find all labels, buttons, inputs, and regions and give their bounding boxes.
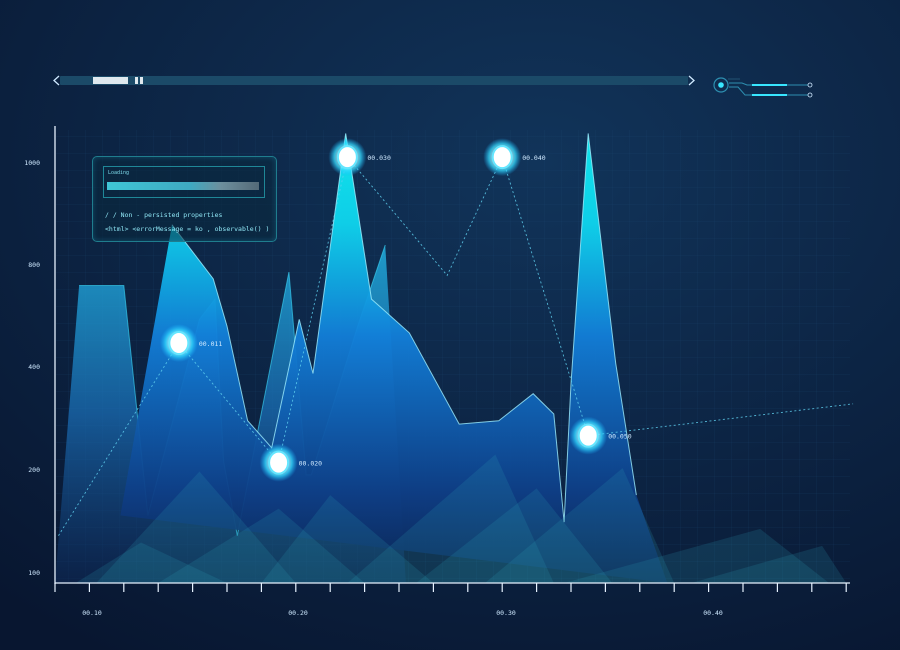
x-tick-label: 00.10 [82,609,102,617]
marker-point [491,145,513,170]
x-tick-label: 00.40 [703,609,723,617]
marker-point [336,145,358,170]
marker-point [168,331,190,356]
x-tick-label: 00.30 [496,609,516,617]
code-line-2: <html> <errorMessage = ko , observable()… [105,225,270,233]
y-tick-label: 800 [28,261,40,269]
marker-label: 00.040 [522,154,546,162]
marker-point [577,423,599,448]
timeline-scrubber[interactable] [53,75,695,86]
loading-title: Loading [108,170,130,176]
y-tick-label: 400 [28,363,40,371]
code-line-1: / / Non - persisted properties [105,211,223,219]
loading-box: Loading [103,166,265,198]
scrubber-handle[interactable] [93,77,128,84]
x-tick-label: 00.20 [288,609,308,617]
info-panel: Loading / / Non - persisted properties <… [92,156,277,242]
marker-label: 00.050 [608,433,632,441]
loading-progress-bar [107,182,259,190]
y-tick-label: 200 [28,466,40,474]
y-tick-label: 1000 [24,159,40,167]
marker-point [268,450,290,475]
chart-canvas: 00.011 00.020 00.030 00.040 00.050 1000 800 40… [0,0,900,650]
y-tick-label: 100 [28,569,40,577]
marker-label: 00.030 [367,154,391,162]
marker-label: 00.011 [199,340,223,348]
marker-label: 00.020 [299,460,323,468]
